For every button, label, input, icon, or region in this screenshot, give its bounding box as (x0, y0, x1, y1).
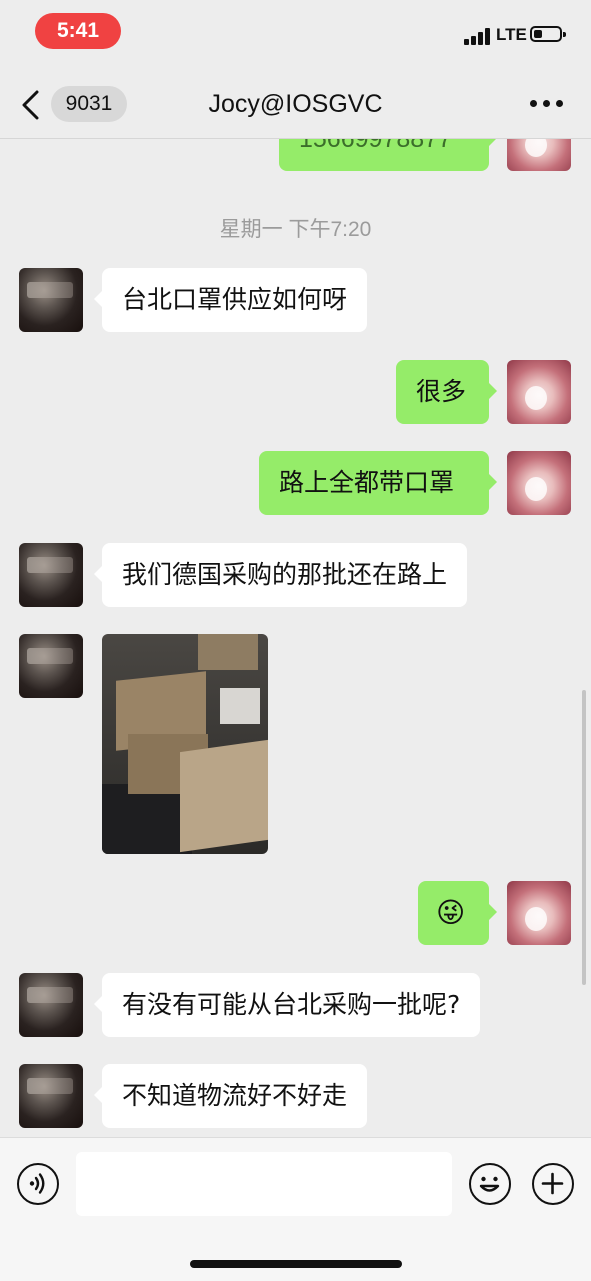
contact-avatar[interactable] (19, 973, 83, 1037)
message-bubble[interactable]: 很多 (396, 360, 497, 424)
message-bubble[interactable]: 台北口罩供应如何呀 (93, 268, 368, 332)
battery-icon (530, 26, 566, 42)
chat-message-list[interactable]: 15669978877 星期一 下午7:20 台北口罩供应如何呀 很多 路上全都… (0, 139, 591, 1137)
message-bubble-emoji[interactable]: 😜 (418, 881, 497, 945)
message-bubble[interactable]: 路上全都带口罩 (259, 451, 497, 515)
contact-avatar[interactable] (19, 268, 83, 332)
status-time[interactable]: 5:41 (35, 13, 121, 49)
emoji-sticker: 😜 (436, 896, 466, 929)
network-label: LTE (496, 25, 527, 44)
message-bubble-partial[interactable]: 15669978877 (279, 139, 497, 171)
emoji-icon[interactable] (469, 1163, 511, 1205)
contact-avatar[interactable] (19, 1064, 83, 1128)
message-bubble[interactable]: 不知道物流好不好走 (93, 1064, 368, 1128)
my-avatar[interactable] (507, 881, 571, 945)
message-input[interactable] (76, 1152, 452, 1216)
contact-avatar[interactable] (19, 543, 83, 607)
ellipsis-icon[interactable] (530, 100, 564, 108)
my-avatar[interactable] (507, 451, 571, 515)
plus-icon[interactable] (532, 1163, 574, 1205)
chat-title: Jocy@IOSGVC (208, 90, 383, 118)
message-photo[interactable] (102, 634, 268, 854)
contact-avatar[interactable] (19, 634, 83, 698)
home-indicator[interactable] (190, 1260, 402, 1268)
message-bubble[interactable]: 我们德国采购的那批还在路上 (93, 543, 468, 607)
chat-header: 9031 Jocy@IOSGVC (0, 66, 591, 139)
signal-icon (464, 28, 492, 45)
message-timestamp: 星期一 下午7:20 (219, 218, 372, 241)
voice-icon[interactable] (17, 1163, 59, 1205)
message-bubble[interactable]: 有没有可能从台北采购一批呢? (93, 973, 481, 1037)
chevron-left-icon[interactable] (20, 90, 42, 120)
my-avatar[interactable] (507, 360, 571, 424)
status-bar: 5:41 LTE (0, 0, 591, 66)
unread-count-badge[interactable]: 9031 (51, 86, 127, 122)
my-avatar[interactable] (507, 139, 571, 171)
scroll-indicator[interactable] (582, 690, 586, 985)
